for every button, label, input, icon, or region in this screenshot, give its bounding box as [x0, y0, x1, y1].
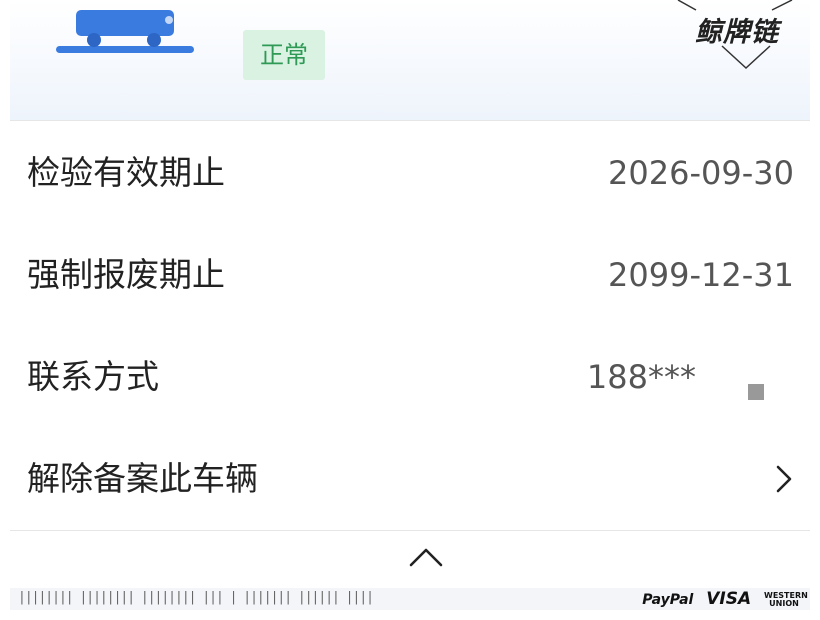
unregister-vehicle-row[interactable]: 解除备案此车辆 [10, 428, 810, 531]
barcode-strip: |||||||| |||||||| |||||||| ||| | |||||||… [18, 590, 374, 605]
copy-icon[interactable] [748, 384, 764, 400]
row-label: 检验有效期止 [27, 153, 225, 192]
collapse-toggle[interactable] [10, 532, 810, 590]
row-label: 联系方式 [27, 357, 159, 396]
status-badge: 正常 [243, 30, 325, 80]
row-value: 2026-09-30 [608, 154, 794, 192]
watermark-logo: 鲸牌链 [695, 17, 779, 48]
phone-value: 188*** [586, 358, 696, 396]
paypal-logo: PayPal [642, 592, 694, 608]
footer-bar: |||||||| |||||||| |||||||| ||| | |||||||… [10, 588, 810, 610]
western-union-logo: WESTERN UNION [764, 591, 808, 608]
scrap-deadline-row: 强制报废期止 2099-12-31 [10, 224, 810, 327]
chevron-right-icon [776, 465, 792, 493]
row-label: 解除备案此车辆 [27, 459, 258, 498]
row-label: 强制报废期止 [27, 255, 225, 294]
row-value: 2099-12-31 [608, 256, 794, 294]
chevron-up-icon [409, 548, 443, 567]
payment-logos: PayPal VISA WESTERN UNION [634, 589, 808, 609]
inspection-validity-row: 检验有效期止 2026-09-30 [10, 122, 810, 225]
visa-logo: VISA [706, 589, 752, 609]
car-icon [56, 10, 194, 53]
contact-row: 联系方式 188*** [10, 326, 810, 429]
